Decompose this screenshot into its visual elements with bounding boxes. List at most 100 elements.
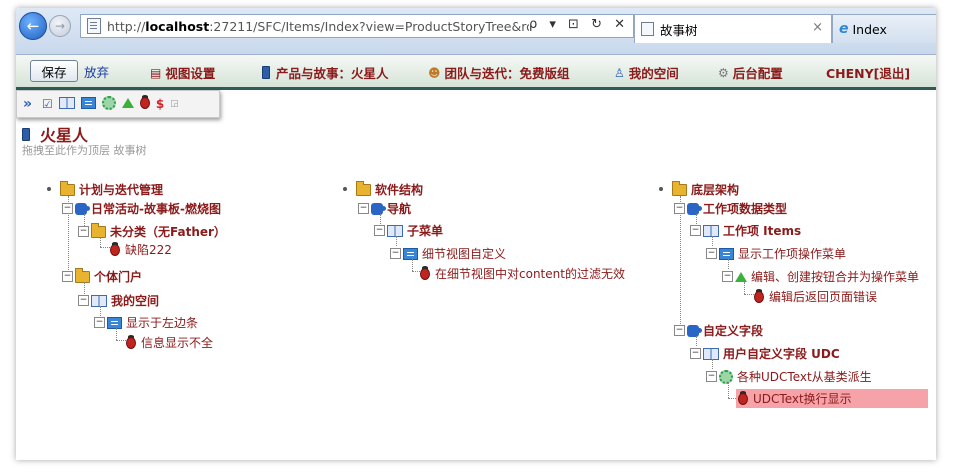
- tree-bullet: [343, 187, 347, 191]
- expand-toggle[interactable]: −: [722, 271, 733, 282]
- expand-toggle[interactable]: −: [374, 225, 385, 236]
- bug-icon: [754, 288, 764, 303]
- tab-story-tree[interactable]: 故事树 ×: [634, 14, 832, 43]
- tree-node[interactable]: − 细节视图自定义: [390, 245, 506, 262]
- expand-toggle[interactable]: −: [78, 226, 89, 237]
- expand-toggle[interactable]: −: [674, 325, 685, 336]
- expand-toggle[interactable]: −: [390, 248, 401, 259]
- book-icon: [703, 224, 719, 237]
- phone-icon: [262, 66, 270, 79]
- tree-node[interactable]: − 日常活动-故事板-燃烧图: [62, 200, 221, 217]
- tree-node[interactable]: − 工作项 Items: [690, 222, 801, 239]
- tree-node[interactable]: 在细节视图中对content的过滤无效: [420, 265, 625, 282]
- tab-title: 故事树: [660, 22, 698, 38]
- team-icon: ☻: [428, 65, 441, 80]
- folder-icon: [75, 267, 90, 283]
- chat-icon[interactable]: [80, 97, 96, 111]
- folder-icon: [60, 180, 75, 196]
- chat-icon: [719, 247, 734, 260]
- menu-team-iteration[interactable]: ☻ 团队与迭代：免费版组: [428, 63, 570, 82]
- puzzle-icon: [687, 324, 702, 337]
- address-bar[interactable]: http://localhost:27211/SFC/Items/Index?v…: [80, 14, 634, 38]
- expand-toggle[interactable]: −: [690, 348, 701, 359]
- expand-toggle[interactable]: −: [674, 203, 685, 214]
- tree-node[interactable]: − 编辑、创建按钮合并为操作菜单: [722, 268, 919, 285]
- menu-my-space[interactable]: ♙ 我的空间: [614, 63, 679, 82]
- expand-toggle[interactable]: −: [706, 248, 717, 259]
- bug-icon[interactable]: [139, 95, 150, 111]
- up-arrow-icon: [735, 271, 747, 282]
- forward-button[interactable]: →: [49, 15, 71, 37]
- browser-window: ← → http://localhost:27211/SFC/Items/Ind…: [16, 8, 936, 460]
- page-icon: [641, 22, 654, 36]
- menu-user-logout[interactable]: CHENY[退出]: [826, 63, 910, 82]
- tree-node[interactable]: 信息显示不全: [126, 334, 213, 351]
- expand-toggle[interactable]: −: [94, 317, 105, 328]
- tree-node[interactable]: 计划与迭代管理: [60, 180, 163, 198]
- drop-hint: 拖拽至此作为顶层 故事树: [22, 144, 147, 157]
- folder-icon: [672, 180, 687, 196]
- person-icon: ♙: [614, 65, 625, 80]
- menu-view-settings[interactable]: ▤ 视图设置: [150, 63, 215, 82]
- bug-icon: [126, 334, 136, 349]
- tree-node[interactable]: − 我的空间: [78, 292, 159, 309]
- tree-node-selected[interactable]: UDCText换行显示: [736, 389, 928, 408]
- expand-toggle[interactable]: −: [358, 203, 369, 214]
- url-rest: :27211/SFC/Items/Index?view=ProductStory…: [209, 18, 579, 34]
- puzzle-icon: [371, 202, 386, 215]
- bug-icon: [110, 241, 120, 256]
- discard-link[interactable]: 放弃: [84, 62, 109, 81]
- book-icon: [387, 224, 403, 237]
- url-prefix: http://: [107, 18, 146, 34]
- up-arrow-icon[interactable]: [121, 98, 134, 110]
- tree-node[interactable]: − 显示于左边条: [94, 314, 198, 331]
- tab-title: Index: [852, 21, 887, 37]
- book-icon[interactable]: [58, 97, 75, 111]
- browser-chrome: ← → http://localhost:27211/SFC/Items/Ind…: [16, 8, 936, 55]
- tree-node[interactable]: − 显示工作项操作菜单: [706, 245, 846, 262]
- tab-index[interactable]: e Index: [832, 14, 936, 43]
- checklist-icon[interactable]: ☑: [42, 98, 53, 110]
- tree-node[interactable]: − 子菜单: [374, 222, 443, 239]
- chat-icon: [107, 316, 122, 329]
- tree-toolbar: » ☑ $ ◲: [16, 90, 220, 118]
- tree-node[interactable]: − 个体门户: [62, 267, 142, 285]
- bug-icon: [738, 390, 748, 405]
- chat-icon: [403, 247, 418, 260]
- menu-label: CHENY[退出]: [826, 66, 911, 81]
- menu-label: 后台配置: [732, 66, 783, 81]
- tree-node[interactable]: 编辑后返回页面错误: [754, 288, 877, 305]
- expand-toggle[interactable]: −: [62, 203, 73, 214]
- menu-admin-config[interactable]: ⚙ 后台配置: [718, 63, 783, 82]
- settings-icon: ⚙: [718, 65, 729, 80]
- collapse-icon[interactable]: »: [23, 97, 32, 111]
- menu-product-story[interactable]: 产品与故事：火星人: [262, 63, 389, 82]
- gear-icon: [719, 369, 733, 384]
- menu-label: 团队与迭代：免费版组: [444, 66, 570, 81]
- tree-node[interactable]: 软件结构: [356, 180, 423, 198]
- gear-icon[interactable]: [101, 96, 116, 112]
- resize-icon[interactable]: ◲: [170, 98, 179, 110]
- save-button[interactable]: 保存: [30, 60, 78, 82]
- puzzle-icon: [687, 202, 702, 215]
- tree-node[interactable]: − 工作项数据类型: [674, 200, 787, 217]
- expand-toggle[interactable]: −: [706, 371, 717, 382]
- tree-node[interactable]: 缺陷222: [110, 241, 172, 258]
- folder-icon: [91, 222, 106, 238]
- close-tab-icon[interactable]: ×: [812, 20, 823, 35]
- dollar-icon[interactable]: $: [156, 98, 164, 110]
- ie-icon: e: [839, 21, 849, 37]
- tree-node[interactable]: − 自定义字段: [674, 322, 763, 339]
- tree-node[interactable]: − 各种UDCText从基类派生: [706, 368, 872, 385]
- tree-node[interactable]: 底层架构: [672, 180, 739, 198]
- expand-toggle[interactable]: −: [690, 225, 701, 236]
- bug-icon: [420, 265, 430, 280]
- book-icon: [703, 347, 719, 360]
- menu-label: 产品与故事：火星人: [276, 66, 389, 81]
- expand-toggle[interactable]: −: [62, 271, 73, 282]
- expand-toggle[interactable]: −: [78, 295, 89, 306]
- back-button[interactable]: ←: [19, 12, 47, 40]
- tree-node[interactable]: − 导航: [358, 200, 411, 217]
- tree-bullet: [659, 187, 663, 191]
- address-tools[interactable]: ρ ▾ ⊡ ↻ ✕: [529, 17, 629, 32]
